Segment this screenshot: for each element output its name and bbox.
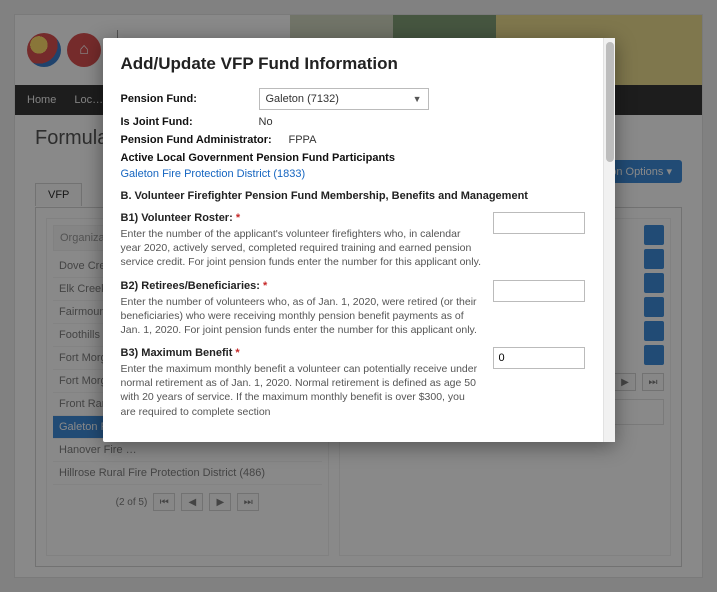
pension-fund-value: Galeton (7132) [266,93,339,105]
q3-input[interactable] [493,347,585,369]
modal-title: Add/Update VFP Fund Information [121,54,585,74]
question-b1: B1) Volunteer Roster: * Enter the number… [121,212,585,270]
q1-help: Enter the number of the applicant's volu… [121,227,483,270]
question-b3: B3) Maximum Benefit * Enter the maximum … [121,347,585,419]
pension-fund-select[interactable]: Galeton (7132) ▼ [259,88,429,110]
admin-row: Pension Fund Administrator: FPPA [121,134,585,146]
required-icon: * [263,280,267,292]
modal-scrollbar[interactable] [603,38,615,442]
pension-fund-label: Pension Fund: [121,93,251,105]
q2-help: Enter the number of volunteers who, as o… [121,295,483,338]
modal-body: Add/Update VFP Fund Information Pension … [103,38,603,442]
q2-input[interactable] [493,280,585,302]
scrollbar-thumb[interactable] [606,42,614,162]
section-b-title: B. Volunteer Firefighter Pension Fund Me… [121,190,585,202]
participant-link[interactable]: Galeton Fire Protection District (1833) [121,168,306,180]
is-joint-row: Is Joint Fund: No [121,116,585,128]
vfp-fund-modal: Add/Update VFP Fund Information Pension … [103,38,615,442]
participants-header: Active Local Government Pension Fund Par… [121,152,585,164]
pension-fund-row: Pension Fund: Galeton (7132) ▼ [121,88,585,110]
admin-label: Pension Fund Administrator: [121,134,281,146]
question-b2: B2) Retirees/Beneficiaries: * Enter the … [121,280,585,338]
q2-label: B2) Retirees/Beneficiaries: [121,280,260,292]
q1-input[interactable] [493,212,585,234]
q3-label: B3) Maximum Benefit [121,347,233,359]
is-joint-value: No [259,116,273,128]
admin-value: FPPA [289,134,317,146]
modal-overlay: Add/Update VFP Fund Information Pension … [0,0,717,592]
chevron-down-icon: ▼ [413,94,422,104]
required-icon: * [236,212,240,224]
is-joint-label: Is Joint Fund: [121,116,251,128]
required-icon: * [235,347,239,359]
q3-help: Enter the maximum monthly benefit a volu… [121,362,483,419]
q1-label: B1) Volunteer Roster: [121,212,233,224]
